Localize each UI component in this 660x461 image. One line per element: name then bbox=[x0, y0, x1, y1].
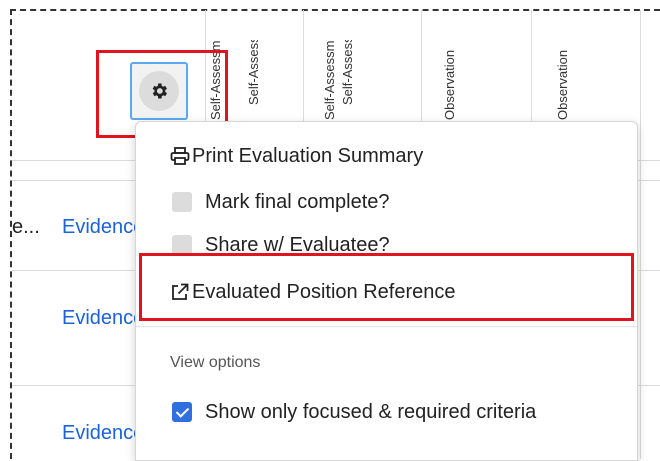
truncated-cell-text: e... bbox=[12, 216, 40, 238]
menu-item-print-summary[interactable]: Print Evaluation Summary bbox=[170, 136, 423, 176]
menu-item-label: Print Evaluation Summary bbox=[192, 144, 424, 167]
menu-item-mark-final-complete[interactable]: Mark final complete? bbox=[172, 182, 390, 222]
menu-divider bbox=[136, 326, 637, 327]
checkbox-checked[interactable] bbox=[172, 402, 192, 422]
column-header: Self-Assessment bbox=[340, 40, 355, 105]
container-border-top bbox=[10, 9, 660, 11]
column-header: Observation bbox=[555, 49, 570, 120]
evidence-link[interactable]: Evidence bbox=[62, 422, 144, 445]
column-header: Self-Assessment bbox=[246, 40, 261, 105]
print-icon bbox=[170, 147, 190, 165]
evidence-link[interactable]: Evidence bbox=[62, 307, 144, 330]
checkbox[interactable] bbox=[172, 235, 192, 255]
grid-line bbox=[640, 10, 641, 459]
evidence-link[interactable]: Evidence bbox=[62, 216, 144, 239]
menu-item-label: Mark final complete? bbox=[205, 190, 390, 213]
column-header: Observation bbox=[442, 49, 457, 120]
annotation-highlight-box bbox=[139, 253, 634, 321]
menu-item-show-focused-required[interactable]: Show only focused & required criteria bbox=[172, 392, 536, 432]
menu-item-label: Show only focused & required criteria bbox=[205, 400, 537, 423]
column-header: Self-Assessment bbox=[322, 40, 337, 120]
view-options-heading: View options bbox=[170, 354, 261, 371]
checkbox[interactable] bbox=[172, 192, 192, 212]
